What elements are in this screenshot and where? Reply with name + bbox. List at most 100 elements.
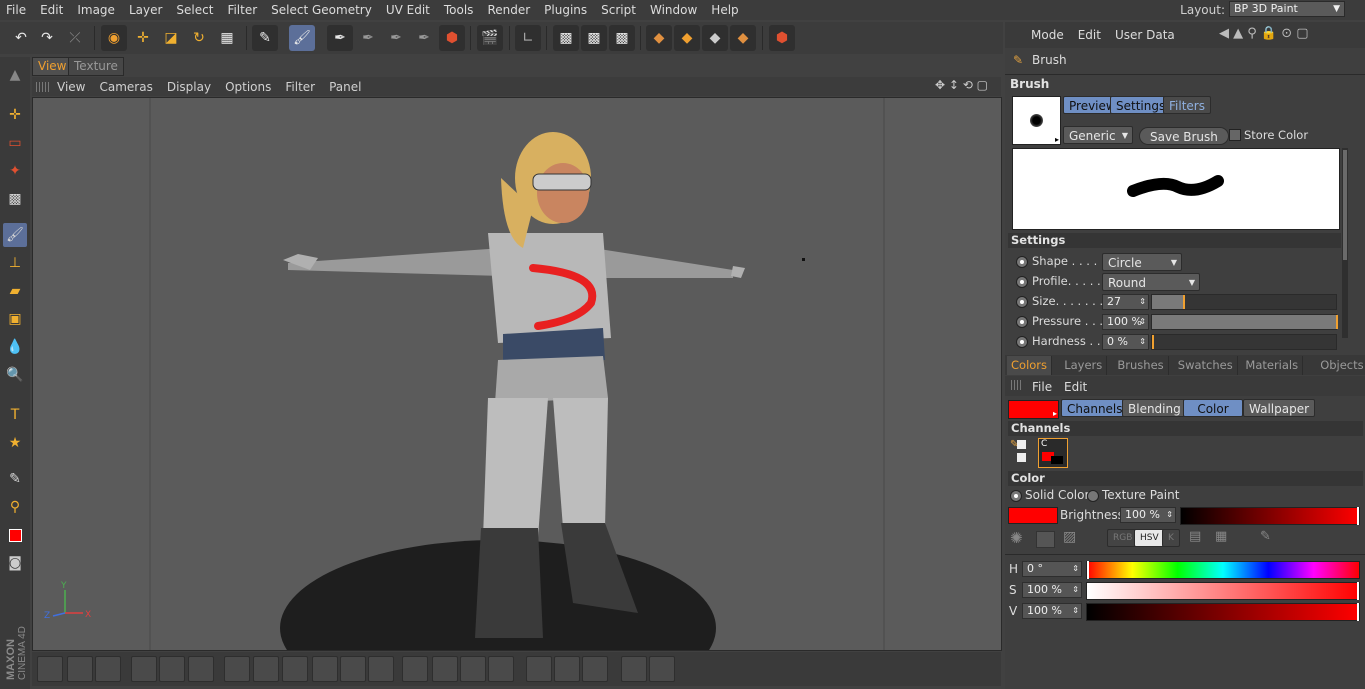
- menu-file[interactable]: File: [0, 3, 34, 17]
- setting-radio[interactable]: [1016, 336, 1028, 348]
- setting-slider[interactable]: [1151, 314, 1338, 330]
- checker-tool-icon[interactable]: ▩: [3, 187, 27, 211]
- menu-window[interactable]: Window: [644, 3, 705, 17]
- setting-slider[interactable]: [1151, 294, 1337, 310]
- tab-view[interactable]: View: [32, 57, 73, 76]
- viewport-menu-display[interactable]: Display: [160, 80, 218, 94]
- current-color-swatch[interactable]: ▸: [1008, 400, 1059, 419]
- v-field[interactable]: 100 % ⇕: [1022, 603, 1082, 619]
- texture-paint-radio[interactable]: [1087, 490, 1099, 502]
- setting-slider[interactable]: [1151, 334, 1337, 350]
- zoom-icon[interactable]: 🔍: [3, 363, 27, 387]
- viewport-menu-view[interactable]: View: [50, 80, 92, 94]
- cube-d-icon[interactable]: ◆: [730, 25, 756, 51]
- magic-wand-icon[interactable]: ✦: [3, 159, 27, 183]
- setting-radio[interactable]: [1016, 316, 1028, 328]
- attr-menu-edit[interactable]: Edit: [1078, 28, 1101, 42]
- setting-radio[interactable]: [1016, 276, 1028, 288]
- 3d-viewport[interactable]: Y Z X: [32, 97, 1002, 651]
- redo-icon[interactable]: ↷: [34, 25, 60, 51]
- setting-field[interactable]: 27 ⇕: [1102, 294, 1149, 310]
- menu-plugins[interactable]: Plugins: [538, 3, 595, 17]
- color-menu-file[interactable]: File: [1032, 380, 1052, 394]
- brush-uv-icon[interactable]: ✒: [355, 25, 381, 51]
- eyedropper-icon[interactable]: ✎: [3, 467, 27, 491]
- preset-select[interactable]: Generic ▼: [1063, 126, 1133, 144]
- tab-brushes[interactable]: Brushes: [1113, 356, 1169, 375]
- bottom-tool-icon[interactable]: [188, 656, 214, 682]
- mode-icon[interactable]: ▲: [3, 63, 27, 87]
- quick-mask-icon[interactable]: ◙: [3, 551, 27, 575]
- menu-script[interactable]: Script: [595, 3, 644, 17]
- brightness-swatch[interactable]: [1008, 507, 1058, 524]
- fill-icon[interactable]: 💧: [3, 335, 27, 359]
- rotate-icon[interactable]: ↻: [186, 25, 212, 51]
- brush-tool-icon[interactable]: 🖌: [3, 223, 27, 247]
- s-field[interactable]: 100 % ⇕: [1022, 582, 1082, 598]
- brush-thumbnail[interactable]: ▸: [1012, 96, 1061, 145]
- bottom-tool-icon[interactable]: [95, 656, 121, 682]
- checkered-c-icon[interactable]: ▩: [609, 25, 635, 51]
- setting-field[interactable]: 100 % ⇕: [1102, 314, 1149, 330]
- subtab-color[interactable]: Color: [1183, 399, 1243, 417]
- bottom-tool-icon[interactable]: [432, 656, 458, 682]
- bottom-tool-icon[interactable]: [582, 656, 608, 682]
- bottom-tool-icon[interactable]: [131, 656, 157, 682]
- setting-field[interactable]: 0 % ⇕: [1102, 334, 1149, 350]
- eraser-icon[interactable]: ▰: [3, 279, 27, 303]
- undo-icon[interactable]: ↶: [8, 25, 34, 51]
- save-brush-button[interactable]: Save Brush: [1139, 127, 1229, 145]
- brush-off-icon[interactable]: ✒: [411, 25, 437, 51]
- setting-radio[interactable]: [1016, 256, 1028, 268]
- tab-filters[interactable]: Filters: [1163, 96, 1211, 114]
- setting-radio[interactable]: [1016, 296, 1028, 308]
- 3d-paint-mode-icon[interactable]: 🖌: [289, 25, 315, 51]
- view-icon[interactable]: ∟: [515, 25, 541, 51]
- tab-objects[interactable]: Objects: [1316, 356, 1365, 375]
- tab-swatches[interactable]: Swatches: [1174, 356, 1238, 375]
- bottom-tool-icon[interactable]: [621, 656, 647, 682]
- star-icon[interactable]: ★: [3, 431, 27, 455]
- bottom-tool-icon[interactable]: [402, 656, 428, 682]
- mixer-icon[interactable]: ▤: [1189, 529, 1201, 544]
- cube-c-icon[interactable]: ◆: [702, 25, 728, 51]
- subtab-wallpaper[interactable]: Wallpaper: [1243, 399, 1316, 417]
- saturation-slider[interactable]: [1086, 582, 1360, 600]
- bottom-tool-icon[interactable]: [488, 656, 514, 682]
- viewport-nav-icons[interactable]: ✥ ↕ ⟲ ▢: [935, 78, 988, 92]
- color-wheel-icon[interactable]: ✺: [1010, 529, 1023, 547]
- text-icon[interactable]: T: [3, 403, 27, 427]
- tab-layers[interactable]: Layers: [1060, 356, 1108, 375]
- attr-menu-user-data[interactable]: User Data: [1115, 28, 1175, 42]
- menu-render[interactable]: Render: [481, 3, 538, 17]
- tab-texture[interactable]: Texture: [68, 57, 124, 76]
- hex-render-icon[interactable]: ⬢: [769, 25, 795, 51]
- menu-edit[interactable]: Edit: [34, 3, 71, 17]
- brush-projection-icon[interactable]: ✒: [327, 25, 353, 51]
- color-menu-edit[interactable]: Edit: [1064, 380, 1087, 394]
- search-icon[interactable]: ⚲: [3, 495, 27, 519]
- bottom-tool-icon[interactable]: [282, 656, 308, 682]
- cube-a-icon[interactable]: ◆: [646, 25, 672, 51]
- bottom-tool-icon[interactable]: [460, 656, 486, 682]
- bottom-tool-icon[interactable]: [224, 656, 250, 682]
- bottom-tool-icon[interactable]: [312, 656, 338, 682]
- rect-select-icon[interactable]: ▭: [3, 131, 27, 155]
- store-color-checkbox[interactable]: [1229, 129, 1241, 141]
- bottom-tool-icon[interactable]: [340, 656, 366, 682]
- brightness-field[interactable]: 100 % ⇕: [1120, 507, 1176, 523]
- scale-icon[interactable]: ◪: [158, 25, 184, 51]
- menu-filter[interactable]: Filter: [221, 3, 265, 17]
- reset-icon[interactable]: ⤫: [62, 25, 88, 51]
- layout-select[interactable]: BP 3D Paint ▼: [1229, 1, 1345, 17]
- bottom-tool-icon[interactable]: [37, 656, 63, 682]
- swatch-grid-icon[interactable]: ▦: [1215, 529, 1227, 544]
- menu-select-geometry[interactable]: Select Geometry: [265, 3, 380, 17]
- attr-nav-icons[interactable]: ◀ ▲ ⚲ 🔒 ⊙ ▢: [1219, 26, 1309, 41]
- hex-icon[interactable]: ⬢: [439, 25, 465, 51]
- brightness-slider[interactable]: [1180, 507, 1360, 525]
- cube-b-icon[interactable]: ◆: [674, 25, 700, 51]
- tab-colors[interactable]: Colors: [1007, 356, 1053, 375]
- bottom-tool-icon[interactable]: [67, 656, 93, 682]
- bottom-tool-icon[interactable]: [253, 656, 279, 682]
